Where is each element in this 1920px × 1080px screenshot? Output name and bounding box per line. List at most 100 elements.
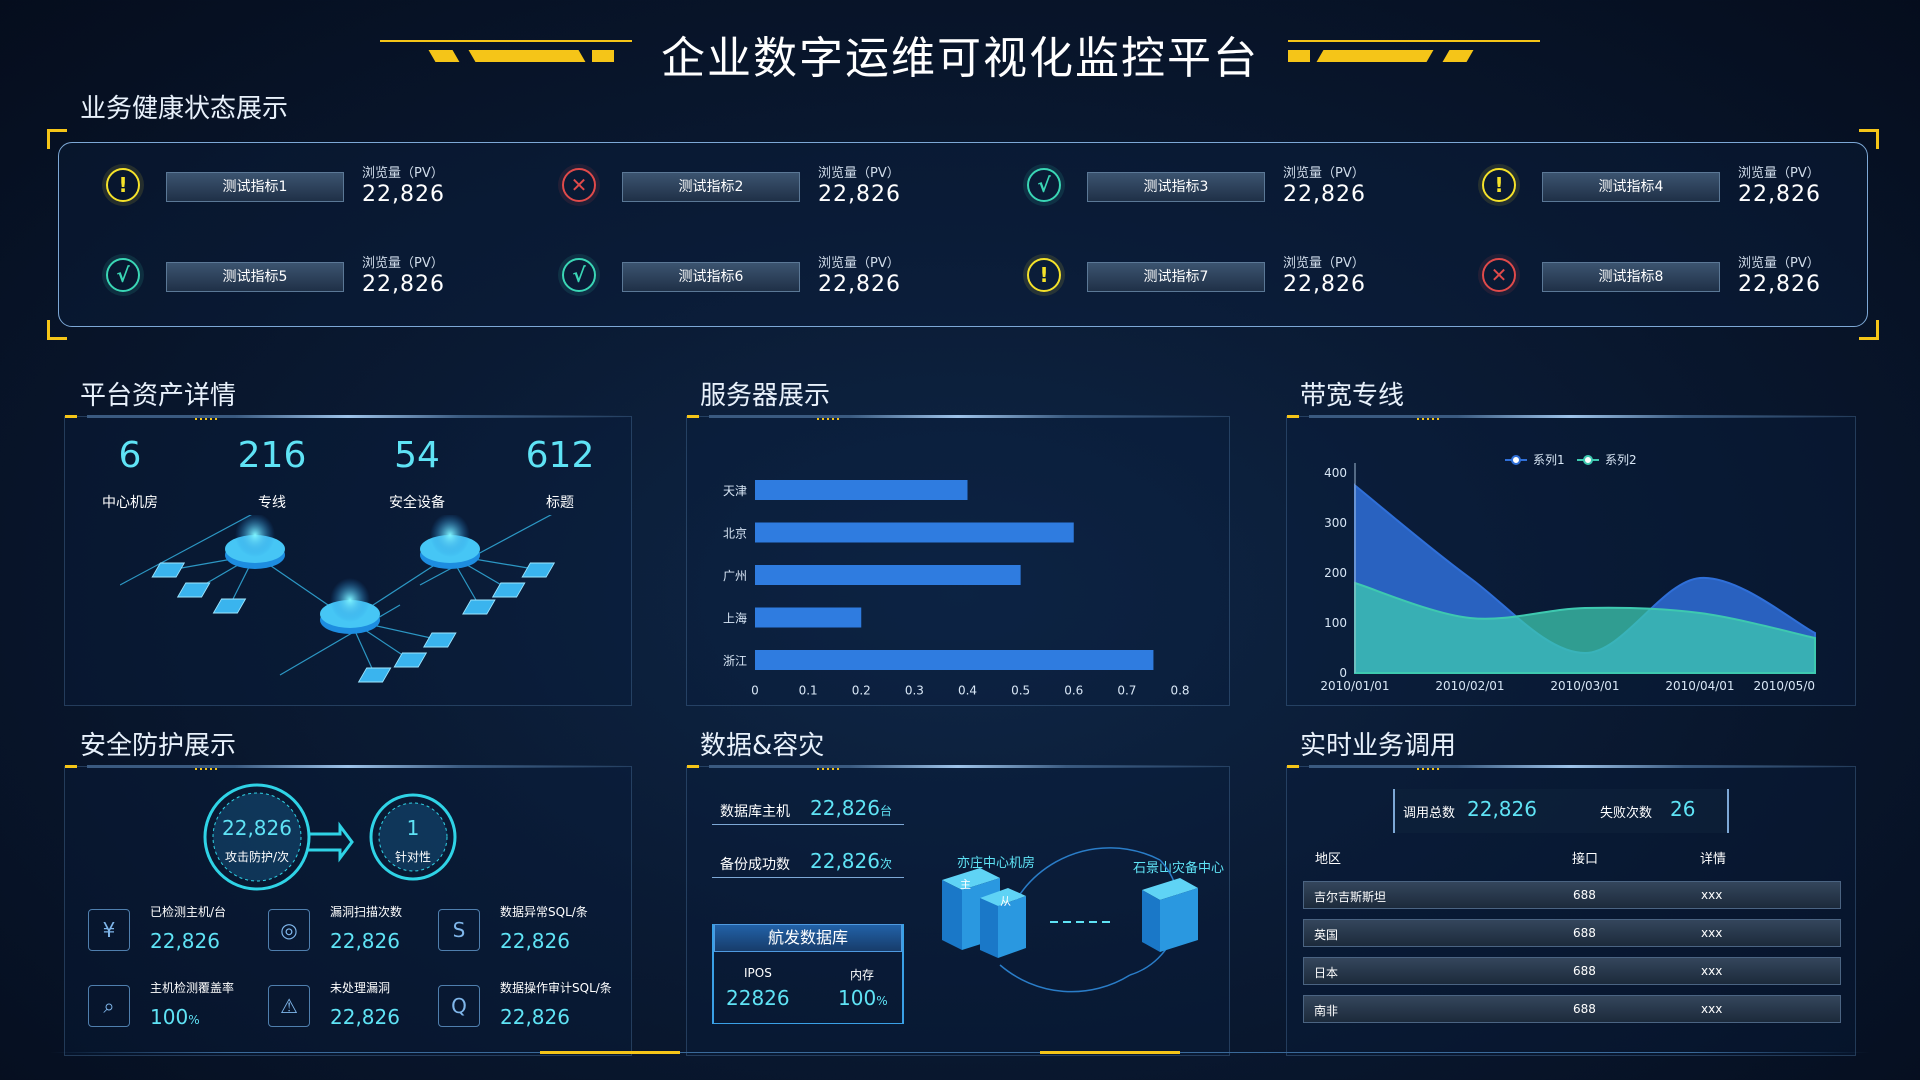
x-tick-label: 0.8	[1170, 684, 1189, 698]
x-tick-label: 0.7	[1117, 684, 1136, 698]
bar-2[interactable]	[755, 565, 1021, 585]
call-summary-box: 调用总数 22,826 失败次数 26	[1393, 789, 1729, 833]
x-tick-label: 0.5	[1011, 684, 1030, 698]
ipos-label: IPOS	[744, 966, 772, 980]
table-row[interactable]: 日本 688 xxx	[1303, 957, 1841, 985]
security-stat-value: 22,826	[330, 929, 400, 953]
security-stat-label: 数据操作审计SQL/条	[500, 981, 612, 995]
data-dr-section-title: 数据&容灾	[700, 731, 825, 761]
pv-value: 22,826	[1283, 182, 1366, 207]
backup-label: 备份成功数	[720, 857, 790, 873]
fail-count-value: 26	[1670, 797, 1696, 821]
attack-count-label: 攻击防护/次	[224, 850, 290, 864]
stat-label-title: 标题	[546, 495, 574, 511]
row-detail: xxx	[1701, 888, 1723, 902]
page-title: 企业数字运维可视化监控平台	[661, 33, 1259, 84]
backup-server-rack-icon	[1142, 878, 1198, 952]
health-metric[interactable]: ! 测试指标4 浏览量（PV） 22,826	[1482, 160, 1920, 220]
db-hosts-value: 22,826台	[810, 796, 892, 820]
security-stat: S 数据异常SQL/条 22,826	[438, 903, 608, 963]
x-tick-label: 2010/03/01	[1550, 679, 1619, 693]
security-stat-value: 22,826	[150, 929, 220, 953]
security-stat: Q 数据操作审计SQL/条 22,826	[438, 979, 612, 1039]
security-stat-label: 未处理漏洞	[330, 981, 391, 995]
security-section-title: 安全防护展示	[80, 731, 237, 761]
pv-value: 22,826	[818, 182, 901, 207]
database-box: 航发数据库 IPOS 22826 内存 100%	[712, 924, 904, 1024]
x-tick-label: 2010/05/0	[1753, 679, 1815, 693]
category-label: 广州	[723, 569, 747, 583]
warning-icon: ⚠	[268, 985, 310, 1027]
legend-label[interactable]: 系列1	[1533, 453, 1565, 467]
attack-count-value: 22,826	[222, 816, 292, 840]
health-metric[interactable]: ✕ 测试指标2 浏览量（PV） 22,826	[562, 160, 1002, 220]
y-tick-label: 400	[1324, 466, 1347, 480]
security-stat: ⚠ 未处理漏洞 22,826	[268, 979, 438, 1039]
legend-marker[interactable]	[1511, 455, 1521, 465]
table-row[interactable]: 南非 688 xxx	[1303, 995, 1841, 1023]
y-tick-label: 0	[1339, 666, 1347, 680]
row-region: 日本	[1314, 966, 1339, 980]
footer-accent-left	[540, 1051, 680, 1054]
health-metric[interactable]: ! 测试指标7 浏览量（PV） 22,826	[1027, 250, 1467, 310]
table-row[interactable]: 英国 688 xxx	[1303, 919, 1841, 947]
security-stat: ◎ 漏洞扫描次数 22,826	[268, 903, 438, 963]
security-stat-label: 已检测主机/台	[150, 905, 227, 919]
close-icon: ✕	[562, 168, 596, 202]
metric-name: 测试指标4	[1542, 172, 1720, 202]
metric-name: 测试指标1	[166, 172, 344, 202]
check-icon: √	[562, 258, 596, 292]
health-metric[interactable]: √ 测试指标6 浏览量（PV） 22,826	[562, 250, 1002, 310]
x-tick-label: 0.4	[958, 684, 977, 698]
security-stat-value: 22,826	[330, 1005, 400, 1029]
pv-value: 22,826	[362, 272, 445, 297]
scan-icon: ◎	[268, 909, 310, 951]
y-tick-label: 200	[1324, 566, 1347, 580]
x-tick-label: 2010/01/01	[1320, 679, 1389, 693]
x-tick-label: 2010/04/01	[1665, 679, 1734, 693]
security-stat-label: 数据异常SQL/条	[500, 905, 588, 919]
stat-value-lines: 216	[237, 435, 307, 476]
memory-value: 100%	[838, 986, 888, 1010]
bar-0[interactable]	[755, 480, 968, 500]
health-metric[interactable]: √ 测试指标5 浏览量（PV） 22,826	[106, 250, 546, 310]
stat-value-rooms: 6	[118, 435, 142, 476]
main-server-rack-icon	[942, 868, 1026, 958]
stat-label-security: 安全设备	[389, 495, 445, 511]
legend-marker[interactable]	[1583, 455, 1593, 465]
table-row[interactable]: 吉尔吉斯斯坦 688 xxx	[1303, 881, 1841, 909]
bar-1[interactable]	[755, 522, 1074, 543]
metric-name: 测试指标7	[1087, 262, 1265, 292]
health-metric[interactable]: ✕ 测试指标8 浏览量（PV） 22,826	[1482, 250, 1920, 310]
col-header-detail: 详情	[1700, 852, 1727, 867]
target-value: 1	[406, 816, 420, 840]
security-stat-value: 22,826	[500, 1005, 570, 1029]
stat-value-title: 612	[525, 435, 595, 476]
bar-4[interactable]	[755, 650, 1154, 670]
row-detail: xxx	[1701, 926, 1723, 940]
warning-icon: !	[106, 168, 140, 202]
pv-label: 浏览量（PV）	[362, 256, 444, 271]
backup-value: 22,826次	[810, 849, 892, 873]
header-right-decoration	[1288, 38, 1540, 68]
bar-3[interactable]	[755, 607, 862, 628]
pv-label: 浏览量（PV）	[1738, 256, 1820, 271]
x-tick-label: 0.6	[1064, 684, 1083, 698]
category-label: 上海	[723, 611, 747, 626]
check-icon: √	[1027, 168, 1061, 202]
footer-accent-right	[1040, 1051, 1180, 1054]
health-section-title: 业务健康状态展示	[80, 94, 289, 124]
pv-value: 22,826	[362, 182, 445, 207]
security-stat-value: 100%	[150, 1005, 200, 1029]
legend-label[interactable]: 系列2	[1605, 453, 1637, 467]
pv-value: 22,826	[1738, 272, 1821, 297]
pv-label: 浏览量（PV）	[362, 166, 444, 181]
row-api: 688	[1573, 926, 1596, 940]
metric-name: 测试指标6	[622, 262, 800, 292]
health-metric[interactable]: √ 测试指标3 浏览量（PV） 22,826	[1027, 160, 1467, 220]
health-metric[interactable]: ! 测试指标1 浏览量（PV） 22,826	[106, 160, 546, 220]
row-api: 688	[1573, 888, 1596, 902]
col-header-api: 接口	[1572, 852, 1599, 867]
metric-name: 测试指标8	[1542, 262, 1720, 292]
db-hosts-label: 数据库主机	[720, 804, 790, 820]
